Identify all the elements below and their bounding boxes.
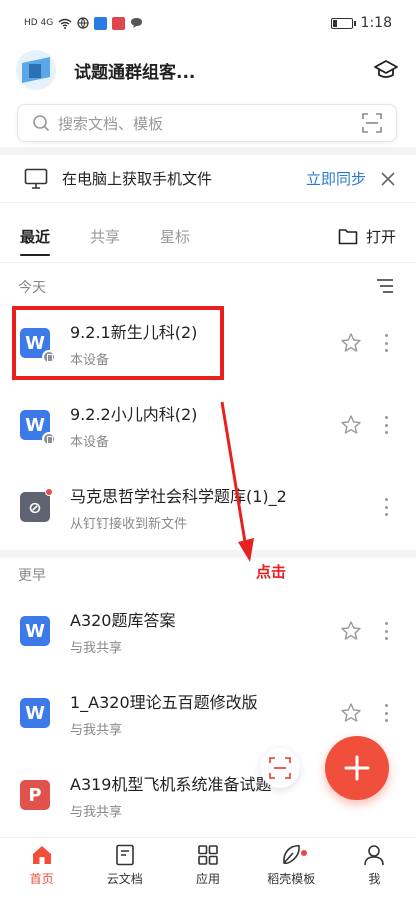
file-row[interactable]: ⊘ 马克思哲学社会科学题库(1)_2 从钉钉接收到新文件	[0, 468, 416, 546]
file-name: 9.2.2小儿内科(2)	[70, 404, 198, 424]
section-earlier: 更早	[18, 568, 46, 584]
word-doc-icon: W	[20, 410, 56, 446]
sort-icon[interactable]	[376, 279, 394, 293]
sync-banner: 在电脑上获取手机文件 立即同步	[0, 155, 416, 203]
annotation-text: 点击	[256, 563, 287, 581]
open-button-label: 打开	[365, 227, 396, 246]
sync-now-button[interactable]: 立即同步	[306, 168, 366, 189]
more-icon[interactable]	[384, 704, 388, 722]
device-badge-icon	[42, 432, 56, 446]
file-source: 与我共享	[70, 640, 123, 656]
word-doc-icon: W	[20, 616, 50, 646]
home-icon	[32, 846, 51, 864]
cloud-doc-icon	[115, 844, 134, 866]
notification-dot	[301, 850, 308, 856]
divider	[0, 550, 416, 558]
battery-icon	[330, 17, 356, 29]
add-button[interactable]	[325, 736, 389, 800]
apps-icon	[198, 845, 218, 865]
home-indicator	[0, 893, 416, 909]
globe-icon	[77, 17, 89, 29]
scan-icon[interactable]	[362, 113, 382, 133]
folder-icon	[338, 228, 358, 244]
file-row[interactable]: W A320题库答案 与我共享	[0, 592, 416, 670]
tab-shared[interactable]: 共享	[90, 210, 120, 262]
star-icon[interactable]	[340, 702, 362, 724]
more-icon[interactable]	[384, 622, 388, 640]
page-title[interactable]: 试题通群组客...	[74, 58, 195, 83]
status-bar: HD 4G 1:18	[0, 0, 416, 46]
more-icon[interactable]	[384, 498, 388, 516]
search-input[interactable]: 搜索文档、模板	[58, 113, 362, 134]
file-source: 本设备	[70, 434, 110, 450]
section-today: 今天	[18, 280, 46, 296]
search-icon	[33, 115, 49, 131]
file-source: 从钉钉接收到新文件	[70, 516, 188, 532]
status-time: 1:18	[360, 15, 392, 31]
plus-icon	[344, 755, 370, 781]
word-doc-icon: W	[20, 698, 50, 728]
more-icon[interactable]	[384, 334, 388, 352]
profile-icon	[364, 845, 385, 866]
file-name: 马克思哲学社会科学题库(1)_2	[70, 486, 287, 506]
highlight-box	[12, 306, 224, 380]
more-icon[interactable]	[384, 416, 388, 434]
file-source: 与我共享	[70, 804, 123, 820]
scan-icon	[269, 757, 291, 779]
file-name: 1_A320理论五百题修改版	[70, 692, 258, 712]
close-icon[interactable]	[380, 171, 396, 187]
star-icon[interactable]	[340, 332, 362, 354]
link-file-icon: ⊘	[20, 488, 53, 522]
wifi-icon	[58, 18, 72, 29]
file-name: A320题库答案	[70, 610, 176, 630]
monitor-icon	[24, 168, 48, 189]
scan-button[interactable]	[260, 748, 300, 788]
app-notify-icon	[94, 16, 108, 30]
chat-icon	[131, 18, 143, 28]
unread-dot	[45, 488, 53, 496]
template-icon	[283, 844, 301, 865]
star-icon[interactable]	[340, 414, 362, 436]
bottom-nav: 首页 云文档 应用 稻壳模板 我	[0, 837, 416, 893]
nav-cloud-doc[interactable]: 云文档	[83, 838, 166, 893]
divider	[0, 262, 416, 263]
nav-template[interactable]: 稻壳模板	[250, 838, 333, 893]
graduation-cap-icon[interactable]	[372, 56, 400, 84]
open-button[interactable]: 打开	[338, 226, 396, 247]
pdf-file-icon: P	[20, 780, 50, 810]
app-header: 试题通群组客...	[0, 46, 416, 94]
file-row[interactable]: W 9.2.2小儿内科(2) 本设备	[0, 386, 416, 464]
file-source: 与我共享	[70, 722, 123, 738]
tab-bar: 最近 共享 星标 打开	[0, 210, 416, 262]
sync-text: 在电脑上获取手机文件	[62, 170, 213, 188]
tab-starred[interactable]: 星标	[160, 210, 190, 262]
nav-home[interactable]: 首页	[0, 838, 83, 893]
tab-recent[interactable]: 最近	[20, 210, 51, 262]
star-icon[interactable]	[340, 620, 362, 642]
nav-profile[interactable]: 我	[333, 838, 416, 893]
avatar[interactable]	[16, 50, 56, 90]
search-bar[interactable]: 搜索文档、模板	[17, 104, 397, 142]
app-notify-icon-2	[112, 16, 126, 30]
nav-apps[interactable]: 应用	[166, 838, 249, 893]
status-icons: HD 4G	[24, 16, 143, 30]
divider	[0, 147, 416, 155]
network-label: HD 4G	[24, 18, 54, 28]
